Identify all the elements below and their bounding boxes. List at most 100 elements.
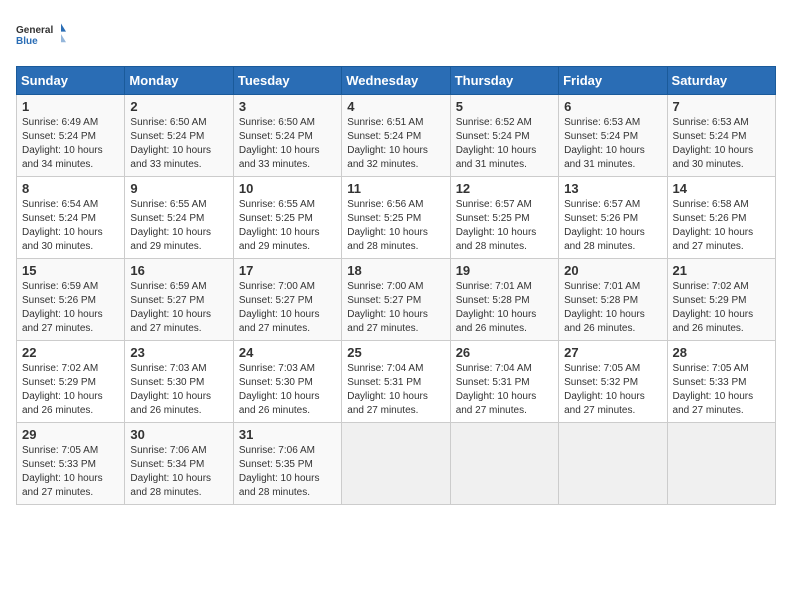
day-number: 11 [347,181,444,196]
calendar-cell: 4Sunrise: 6:51 AMSunset: 5:24 PMDaylight… [342,95,450,177]
day-info: Sunrise: 7:02 AMSunset: 5:29 PMDaylight:… [22,362,119,418]
calendar-cell: 15 Sunrise: 6:59 AMSunset: 5:26 PMDayligh… [17,259,125,341]
calendar-table: SundayMondayTuesdayWednesdayThursdayFrid… [16,66,776,505]
calendar-cell [559,423,667,505]
day-number: 20 [564,263,661,278]
calendar-cell: 27Sunrise: 7:05 AMSunset: 5:32 PMDayligh… [559,341,667,423]
day-number: 24 [239,345,336,360]
day-info: Sunrise: 7:01 AMSunset: 5:28 PMDaylight:… [564,280,661,336]
day-info: Sunrise: 7:04 AMSunset: 5:31 PMDaylight:… [347,362,444,418]
calendar-cell: 14 Sunrise: 6:58 AMSunset: 5:26 PMDayligh… [667,177,775,259]
day-info: Sunrise: 7:05 AMSunset: 5:32 PMDaylight:… [564,362,661,418]
calendar-cell: 6 Sunrise: 6:53 AMSunset: 5:24 PMDaylight… [559,95,667,177]
day-number: 10 [239,181,336,196]
day-number: 12 [456,181,553,196]
day-header-monday: Monday [125,67,233,95]
day-info: Sunrise: 7:06 AMSunset: 5:34 PMDaylight:… [130,444,227,500]
calendar-body: 1 Sunrise: 6:49 AMSunset: 5:24 PMDaylight… [17,95,776,505]
day-number: 23 [130,345,227,360]
day-info: Sunrise: 6:58 AMSunset: 5:26 PMDaylight:… [673,198,770,254]
day-number: 31 [239,427,336,442]
day-number: 7 [673,99,770,114]
day-info: Sunrise: 6:59 AMSunset: 5:26 PMDaylight:… [22,280,119,336]
calendar-cell: 26 Sunrise: 7:04 AMSunset: 5:31 PMDayligh… [450,341,558,423]
day-info: Sunrise: 6:57 AMSunset: 5:25 PMDaylight:… [456,198,553,254]
day-number: 13 [564,181,661,196]
day-info: Sunrise: 6:57 AMSunset: 5:26 PMDaylight:… [564,198,661,254]
day-info: Sunrise: 6:55 AMSunset: 5:24 PMDaylight:… [130,198,227,254]
calendar-cell: 17Sunrise: 7:00 AMSunset: 5:27 PMDayligh… [233,259,341,341]
calendar-cell: 29 Sunrise: 7:05 AMSunset: 5:33 PMDayligh… [17,423,125,505]
day-info: Sunrise: 7:04 AMSunset: 5:31 PMDaylight:… [456,362,553,418]
day-info: Sunrise: 7:03 AMSunset: 5:30 PMDaylight:… [239,362,336,418]
page-header: General Blue [16,16,776,56]
calendar-cell: 19 Sunrise: 7:01 AMSunset: 5:28 PMDayligh… [450,259,558,341]
logo: General Blue [16,16,66,56]
day-number: 19 [456,263,553,278]
day-info: Sunrise: 6:55 AMSunset: 5:25 PMDaylight:… [239,198,336,254]
day-number: 25 [347,345,444,360]
calendar-cell: 20 Sunrise: 7:01 AMSunset: 5:28 PMDayligh… [559,259,667,341]
day-header-friday: Friday [559,67,667,95]
day-number: 8 [22,181,119,196]
day-number: 17 [239,263,336,278]
day-info: Sunrise: 7:01 AMSunset: 5:28 PMDaylight:… [456,280,553,336]
day-info: Sunrise: 7:05 AMSunset: 5:33 PMDaylight:… [673,362,770,418]
day-number: 28 [673,345,770,360]
week-row-3: 15 Sunrise: 6:59 AMSunset: 5:26 PMDayligh… [17,259,776,341]
day-number: 9 [130,181,227,196]
svg-text:General: General [16,25,53,36]
calendar-cell: 12 Sunrise: 6:57 AMSunset: 5:25 PMDayligh… [450,177,558,259]
day-number: 14 [673,181,770,196]
day-info: Sunrise: 6:50 AMSunset: 5:24 PMDaylight:… [239,116,336,172]
calendar-cell: 10 Sunrise: 6:55 AMSunset: 5:25 PMDayligh… [233,177,341,259]
calendar-cell [450,423,558,505]
day-info: Sunrise: 6:50 AMSunset: 5:24 PMDaylight:… [130,116,227,172]
day-info: Sunrise: 7:06 AMSunset: 5:35 PMDaylight:… [239,444,336,500]
day-header-tuesday: Tuesday [233,67,341,95]
day-number: 3 [239,99,336,114]
day-number: 15 [22,263,119,278]
day-info: Sunrise: 6:52 AMSunset: 5:24 PMDaylight:… [456,116,553,172]
day-info: Sunrise: 7:00 AMSunset: 5:27 PMDaylight:… [347,280,444,336]
day-number: 30 [130,427,227,442]
week-row-5: 29 Sunrise: 7:05 AMSunset: 5:33 PMDayligh… [17,423,776,505]
day-info: Sunrise: 6:51 AMSunset: 5:24 PMDaylight:… [347,116,444,172]
calendar-cell: 9 Sunrise: 6:55 AMSunset: 5:24 PMDaylight… [125,177,233,259]
calendar-cell: 28 Sunrise: 7:05 AMSunset: 5:33 PMDayligh… [667,341,775,423]
day-number: 16 [130,263,227,278]
day-number: 18 [347,263,444,278]
day-number: 21 [673,263,770,278]
svg-text:Blue: Blue [16,36,38,47]
calendar-cell [667,423,775,505]
day-info: Sunrise: 7:02 AMSunset: 5:29 PMDaylight:… [673,280,770,336]
day-number: 29 [22,427,119,442]
day-info: Sunrise: 6:56 AMSunset: 5:25 PMDaylight:… [347,198,444,254]
calendar-cell: 13 Sunrise: 6:57 AMSunset: 5:26 PMDayligh… [559,177,667,259]
calendar-cell: 7 Sunrise: 6:53 AMSunset: 5:24 PMDaylight… [667,95,775,177]
week-row-2: 8Sunrise: 6:54 AMSunset: 5:24 PMDaylight… [17,177,776,259]
day-info: Sunrise: 7:05 AMSunset: 5:33 PMDaylight:… [22,444,119,500]
day-number: 1 [22,99,119,114]
calendar-cell: 24 Sunrise: 7:03 AMSunset: 5:30 PMDayligh… [233,341,341,423]
calendar-cell: 22Sunrise: 7:02 AMSunset: 5:29 PMDayligh… [17,341,125,423]
day-info: Sunrise: 6:53 AMSunset: 5:24 PMDaylight:… [673,116,770,172]
calendar-cell: 11 Sunrise: 6:56 AMSunset: 5:25 PMDayligh… [342,177,450,259]
calendar-cell: 16Sunrise: 6:59 AMSunset: 5:27 PMDayligh… [125,259,233,341]
day-number: 26 [456,345,553,360]
calendar-cell: 30 Sunrise: 7:06 AMSunset: 5:34 PMDayligh… [125,423,233,505]
day-info: Sunrise: 7:03 AMSunset: 5:30 PMDaylight:… [130,362,227,418]
day-info: Sunrise: 6:49 AMSunset: 5:24 PMDaylight:… [22,116,119,172]
calendar-cell: 18 Sunrise: 7:00 AMSunset: 5:27 PMDayligh… [342,259,450,341]
calendar-cell: 25 Sunrise: 7:04 AMSunset: 5:31 PMDayligh… [342,341,450,423]
day-number: 2 [130,99,227,114]
day-header-wednesday: Wednesday [342,67,450,95]
day-number: 6 [564,99,661,114]
calendar-cell: 1 Sunrise: 6:49 AMSunset: 5:24 PMDaylight… [17,95,125,177]
week-row-1: 1 Sunrise: 6:49 AMSunset: 5:24 PMDaylight… [17,95,776,177]
week-row-4: 22Sunrise: 7:02 AMSunset: 5:29 PMDayligh… [17,341,776,423]
day-info: Sunrise: 6:53 AMSunset: 5:24 PMDaylight:… [564,116,661,172]
day-header-sunday: Sunday [17,67,125,95]
calendar-cell: 3 Sunrise: 6:50 AMSunset: 5:24 PMDaylight… [233,95,341,177]
logo-svg: General Blue [16,16,66,56]
